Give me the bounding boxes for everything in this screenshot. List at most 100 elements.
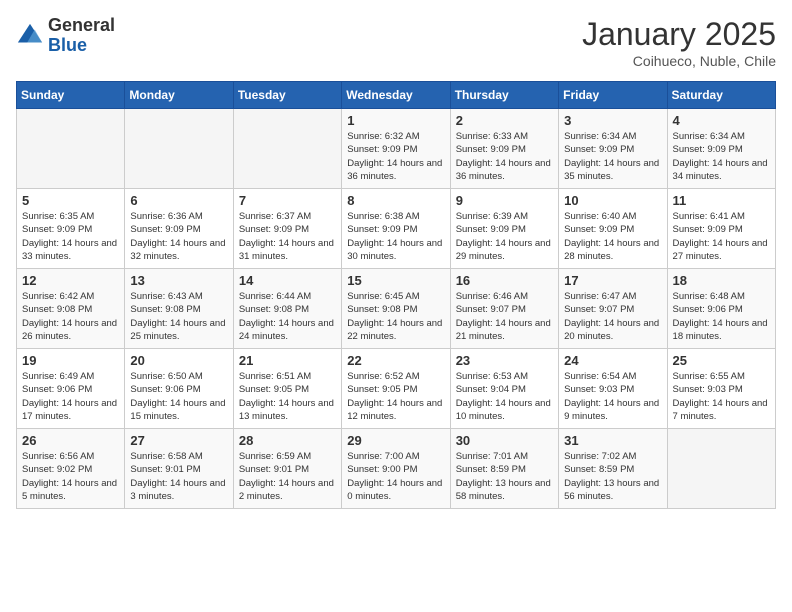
calendar-day-header: Friday [559, 82, 667, 109]
calendar-cell: 27 Sunrise: 6:58 AMSunset: 9:01 PMDayligh… [125, 429, 233, 509]
day-info: Sunrise: 6:34 AMSunset: 9:09 PMDaylight:… [673, 130, 770, 183]
day-number: 2 [456, 113, 553, 128]
day-number: 25 [673, 353, 770, 368]
calendar-week-row: 1Sunrise: 6:32 AMSunset: 9:09 PMDaylight… [17, 109, 776, 189]
calendar-cell: 29Sunrise: 7:00 AMSunset: 9:00 PMDayligh… [342, 429, 450, 509]
day-number: 10 [564, 193, 661, 208]
calendar-week-row: 5Sunrise: 6:35 AMSunset: 9:09 PMDaylight… [17, 189, 776, 269]
day-number: 9 [456, 193, 553, 208]
logo-icon [16, 22, 44, 50]
calendar-cell: 4 Sunrise: 6:34 AMSunset: 9:09 PMDaylight… [667, 109, 775, 189]
calendar-cell: 13 Sunrise: 6:43 AMSunset: 9:08 PMDayligh… [125, 269, 233, 349]
day-info: Sunrise: 6:41 AMSunset: 9:09 PMDaylight:… [673, 210, 770, 263]
calendar-week-row: 19 Sunrise: 6:49 AMSunset: 9:06 PMDayligh… [17, 349, 776, 429]
logo: General Blue [16, 16, 115, 56]
day-number: 27 [130, 433, 227, 448]
day-number: 5 [22, 193, 119, 208]
calendar-cell: 8 Sunrise: 6:38 AMSunset: 9:09 PMDaylight… [342, 189, 450, 269]
day-info: Sunrise: 6:39 AMSunset: 9:09 PMDaylight:… [456, 210, 553, 263]
day-info: Sunrise: 6:49 AMSunset: 9:06 PMDaylight:… [22, 370, 119, 423]
day-info: Sunrise: 6:54 AMSunset: 9:03 PMDaylight:… [564, 370, 661, 423]
calendar-cell: 23 Sunrise: 6:53 AMSunset: 9:04 PMDayligh… [450, 349, 558, 429]
day-info: Sunrise: 7:02 AMSunset: 8:59 PMDaylight:… [564, 450, 661, 503]
day-info: Sunrise: 6:46 AMSunset: 9:07 PMDaylight:… [456, 290, 553, 343]
calendar-cell [125, 109, 233, 189]
day-info: Sunrise: 6:55 AMSunset: 9:03 PMDaylight:… [673, 370, 770, 423]
day-number: 30 [456, 433, 553, 448]
calendar-cell: 28 Sunrise: 6:59 AMSunset: 9:01 PMDayligh… [233, 429, 341, 509]
day-info: Sunrise: 6:44 AMSunset: 9:08 PMDaylight:… [239, 290, 336, 343]
day-info: Sunrise: 6:42 AMSunset: 9:08 PMDaylight:… [22, 290, 119, 343]
day-number: 17 [564, 273, 661, 288]
calendar-day-header: Monday [125, 82, 233, 109]
calendar-day-header: Wednesday [342, 82, 450, 109]
day-info: Sunrise: 7:01 AMSunset: 8:59 PMDaylight:… [456, 450, 553, 503]
logo-general-text: General [48, 16, 115, 36]
logo-blue-text: Blue [48, 36, 115, 56]
calendar-cell [233, 109, 341, 189]
day-info: Sunrise: 6:56 AMSunset: 9:02 PMDaylight:… [22, 450, 119, 503]
calendar-cell: 20Sunrise: 6:50 AMSunset: 9:06 PMDayligh… [125, 349, 233, 429]
day-number: 12 [22, 273, 119, 288]
calendar-day-header: Saturday [667, 82, 775, 109]
day-info: Sunrise: 6:51 AMSunset: 9:05 PMDaylight:… [239, 370, 336, 423]
day-number: 15 [347, 273, 444, 288]
day-info: Sunrise: 6:50 AMSunset: 9:06 PMDaylight:… [130, 370, 227, 423]
calendar-cell: 11 Sunrise: 6:41 AMSunset: 9:09 PMDayligh… [667, 189, 775, 269]
calendar-cell: 26 Sunrise: 6:56 AMSunset: 9:02 PMDayligh… [17, 429, 125, 509]
day-number: 3 [564, 113, 661, 128]
calendar-cell: 15Sunrise: 6:45 AMSunset: 9:08 PMDayligh… [342, 269, 450, 349]
calendar-cell: 22 Sunrise: 6:52 AMSunset: 9:05 PMDayligh… [342, 349, 450, 429]
day-number: 28 [239, 433, 336, 448]
calendar-cell [17, 109, 125, 189]
calendar-cell: 30 Sunrise: 7:01 AMSunset: 8:59 PMDayligh… [450, 429, 558, 509]
day-number: 11 [673, 193, 770, 208]
calendar-day-header: Sunday [17, 82, 125, 109]
calendar-cell [667, 429, 775, 509]
day-info: Sunrise: 6:37 AMSunset: 9:09 PMDaylight:… [239, 210, 336, 263]
day-info: Sunrise: 6:52 AMSunset: 9:05 PMDaylight:… [347, 370, 444, 423]
day-number: 19 [22, 353, 119, 368]
calendar-cell: 1Sunrise: 6:32 AMSunset: 9:09 PMDaylight… [342, 109, 450, 189]
title-block: January 2025 Coihueco, Nuble, Chile [582, 16, 776, 69]
day-info: Sunrise: 6:43 AMSunset: 9:08 PMDaylight:… [130, 290, 227, 343]
day-number: 29 [347, 433, 444, 448]
day-info: Sunrise: 6:34 AMSunset: 9:09 PMDaylight:… [564, 130, 661, 183]
calendar-cell: 2 Sunrise: 6:33 AMSunset: 9:09 PMDaylight… [450, 109, 558, 189]
day-info: Sunrise: 6:59 AMSunset: 9:01 PMDaylight:… [239, 450, 336, 503]
day-number: 8 [347, 193, 444, 208]
day-number: 1 [347, 113, 444, 128]
calendar-cell: 14Sunrise: 6:44 AMSunset: 9:08 PMDayligh… [233, 269, 341, 349]
day-number: 22 [347, 353, 444, 368]
day-info: Sunrise: 6:33 AMSunset: 9:09 PMDaylight:… [456, 130, 553, 183]
day-number: 21 [239, 353, 336, 368]
day-info: Sunrise: 6:40 AMSunset: 9:09 PMDaylight:… [564, 210, 661, 263]
calendar-cell: 24Sunrise: 6:54 AMSunset: 9:03 PMDayligh… [559, 349, 667, 429]
day-number: 16 [456, 273, 553, 288]
day-number: 23 [456, 353, 553, 368]
calendar-day-header: Tuesday [233, 82, 341, 109]
day-number: 31 [564, 433, 661, 448]
calendar-cell: 3 Sunrise: 6:34 AMSunset: 9:09 PMDaylight… [559, 109, 667, 189]
calendar-header-row: SundayMondayTuesdayWednesdayThursdayFrid… [17, 82, 776, 109]
day-number: 26 [22, 433, 119, 448]
location-subtitle: Coihueco, Nuble, Chile [582, 53, 776, 69]
day-info: Sunrise: 6:47 AMSunset: 9:07 PMDaylight:… [564, 290, 661, 343]
calendar-cell: 18Sunrise: 6:48 AMSunset: 9:06 PMDayligh… [667, 269, 775, 349]
day-number: 4 [673, 113, 770, 128]
calendar-cell: 19 Sunrise: 6:49 AMSunset: 9:06 PMDayligh… [17, 349, 125, 429]
calendar-cell: 25 Sunrise: 6:55 AMSunset: 9:03 PMDayligh… [667, 349, 775, 429]
day-info: Sunrise: 6:38 AMSunset: 9:09 PMDaylight:… [347, 210, 444, 263]
calendar-cell: 9 Sunrise: 6:39 AMSunset: 9:09 PMDaylight… [450, 189, 558, 269]
day-number: 13 [130, 273, 227, 288]
calendar-week-row: 26 Sunrise: 6:56 AMSunset: 9:02 PMDayligh… [17, 429, 776, 509]
calendar-table: SundayMondayTuesdayWednesdayThursdayFrid… [16, 81, 776, 509]
calendar-cell: 5Sunrise: 6:35 AMSunset: 9:09 PMDaylight… [17, 189, 125, 269]
calendar-cell: 21 Sunrise: 6:51 AMSunset: 9:05 PMDayligh… [233, 349, 341, 429]
day-info: Sunrise: 6:58 AMSunset: 9:01 PMDaylight:… [130, 450, 227, 503]
day-info: Sunrise: 6:53 AMSunset: 9:04 PMDaylight:… [456, 370, 553, 423]
day-info: Sunrise: 6:36 AMSunset: 9:09 PMDaylight:… [130, 210, 227, 263]
calendar-cell: 17 Sunrise: 6:47 AMSunset: 9:07 PMDayligh… [559, 269, 667, 349]
calendar-cell: 10 Sunrise: 6:40 AMSunset: 9:09 PMDayligh… [559, 189, 667, 269]
page-header: General Blue January 2025 Coihueco, Nubl… [16, 16, 776, 69]
